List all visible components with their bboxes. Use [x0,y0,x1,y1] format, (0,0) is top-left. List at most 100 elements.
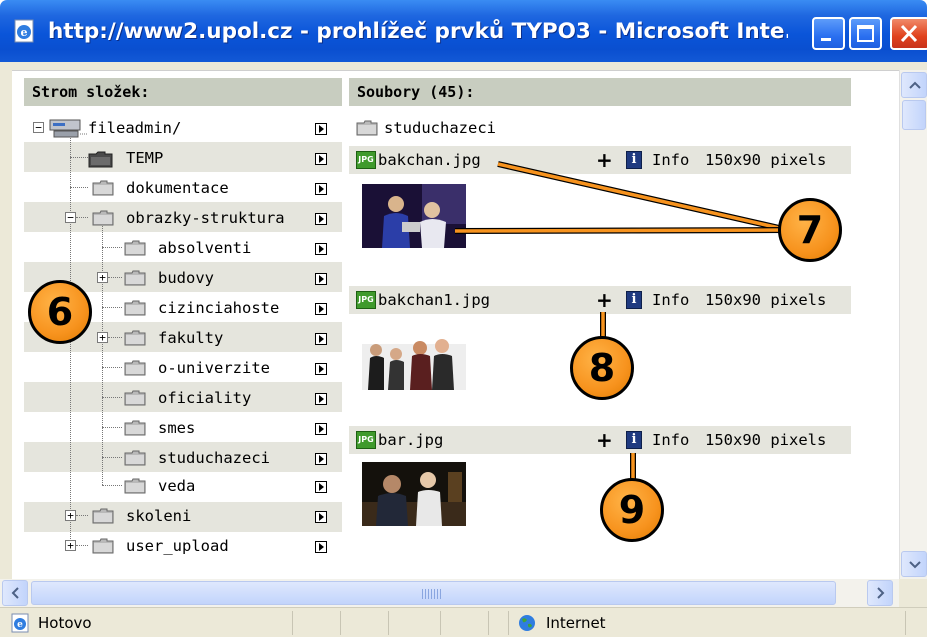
file-name-bar[interactable]: bar.jpg [378,430,443,450]
callout-7: 7 [778,198,842,262]
maximize-icon [857,25,874,42]
folder-icon [124,240,146,256]
jpg-file-icon: JPG [356,431,376,449]
svg-text:e: e [17,620,23,630]
image-thumbnail-bakchan1[interactable] [362,326,466,390]
select-folder-arrow-icon[interactable] [315,303,327,315]
select-folder-arrow-icon[interactable] [315,123,327,135]
tree-item-fakulty[interactable]: fakulty [158,328,223,348]
info-link[interactable]: Info [652,290,689,310]
status-separator [388,611,389,635]
tree-item-smes[interactable]: smes [158,418,195,438]
info-icon[interactable]: i [626,431,642,449]
close-button[interactable] [890,17,927,50]
scroll-right-button[interactable] [867,580,893,606]
folder-icon [124,450,146,466]
select-folder-arrow-icon[interactable] [315,153,327,165]
status-bar: e Hotovo Internet [0,607,927,637]
tree-item-oficiality[interactable]: oficiality [158,388,251,408]
tree-item-veda[interactable]: veda [158,476,195,496]
expand-toggle[interactable]: + [65,510,76,521]
info-icon[interactable]: i [626,151,642,169]
select-folder-arrow-icon[interactable] [315,511,327,523]
tree-line [102,397,122,398]
jpg-file-icon: JPG [356,291,376,309]
vertical-scrollbar[interactable] [899,70,927,579]
window-titlebar[interactable]: e http://www2.upol.cz - prohlížeč prvků … [0,0,927,62]
status-separator [905,611,906,635]
server-icon [49,119,88,138]
tree-item-skoleni[interactable]: skoleni [126,506,191,526]
expand-toggle[interactable]: + [97,272,108,283]
tree-line [108,337,122,338]
scroll-up-button[interactable] [901,72,927,98]
file-name-bakchan[interactable]: bakchan.jpg [378,150,481,170]
tree-line [76,515,88,516]
select-folder-arrow-icon[interactable] [315,213,327,225]
files-header: Soubory (45): [349,78,851,106]
collapse-toggle[interactable]: − [65,212,76,223]
info-icon[interactable]: i [626,291,642,309]
tree-item-cizinciahoste[interactable]: cizinciahoste [158,298,279,318]
select-folder-arrow-icon[interactable] [315,423,327,435]
tree-item-fileadmin[interactable]: fileadmin/ [88,118,181,138]
add-file-button[interactable]: + [596,430,613,450]
image-thumbnail-bakchan[interactable] [362,184,466,248]
minimize-icon [821,38,831,41]
select-folder-arrow-icon[interactable] [315,541,327,553]
chevron-up-icon [909,81,921,89]
status-separator [508,611,509,635]
tree-item-dokumentace[interactable]: dokumentace [126,178,229,198]
tree-line [102,367,122,368]
window-title: http://www2.upol.cz - prohlížeč prvků TY… [48,19,788,44]
tree-line [102,247,122,248]
status-separator [440,611,441,635]
select-folder-arrow-icon[interactable] [315,393,327,405]
folder-icon [124,270,146,286]
chevron-right-icon [877,587,885,599]
add-file-button[interactable]: + [596,150,613,170]
select-folder-arrow-icon[interactable] [315,453,327,465]
select-folder-arrow-icon[interactable] [315,481,327,493]
select-folder-arrow-icon[interactable] [315,363,327,375]
horizontal-scrollbar[interactable] [0,579,899,607]
tree-line [102,224,103,485]
tree-item-o-univerzite[interactable]: o-univerzite [158,358,270,378]
svg-text:e: e [21,26,28,39]
folder-icon [124,478,146,494]
info-link[interactable]: Info [652,430,689,450]
select-folder-arrow-icon[interactable] [315,273,327,285]
subfolder-studuchazeci[interactable]: studuchazeci [384,118,496,138]
tree-line [102,427,122,428]
expand-toggle[interactable]: + [97,332,108,343]
expand-toggle[interactable]: + [65,540,76,551]
collapse-toggle[interactable]: − [33,122,44,133]
maximize-button[interactable] [849,17,882,50]
tree-line [76,217,88,218]
file-name-bakchan1[interactable]: bakchan1.jpg [378,290,490,310]
tree-item-budovy[interactable]: budovy [158,268,214,288]
image-dimensions: 150x90 pixels [705,431,827,449]
folder-icon [92,508,114,524]
callout-9: 9 [600,478,664,542]
add-file-button[interactable]: + [596,290,613,310]
tree-line [70,187,88,188]
scroll-left-button[interactable] [2,580,28,606]
select-folder-arrow-icon[interactable] [315,333,327,345]
image-thumbnail-bar[interactable] [362,462,466,526]
tree-item-temp[interactable]: TEMP [126,148,163,168]
tree-item-user-upload[interactable]: user_upload [126,536,229,556]
tree-item-studuchazeci[interactable]: studuchazeci [158,448,270,468]
info-link[interactable]: Info [652,150,689,170]
select-folder-arrow-icon[interactable] [315,243,327,255]
horizontal-scroll-thumb[interactable] [31,581,836,605]
scroll-down-button[interactable] [901,551,927,577]
ie-page-icon: e [14,19,34,43]
minimize-button[interactable] [812,17,845,50]
vertical-scroll-thumb[interactable] [902,100,926,130]
tree-item-obrazky-struktura[interactable]: obrazky-struktura [126,208,285,228]
select-folder-arrow-icon[interactable] [315,183,327,195]
tree-line [76,545,88,546]
tree-line [70,157,88,158]
tree-item-absolventi[interactable]: absolventi [158,238,251,258]
